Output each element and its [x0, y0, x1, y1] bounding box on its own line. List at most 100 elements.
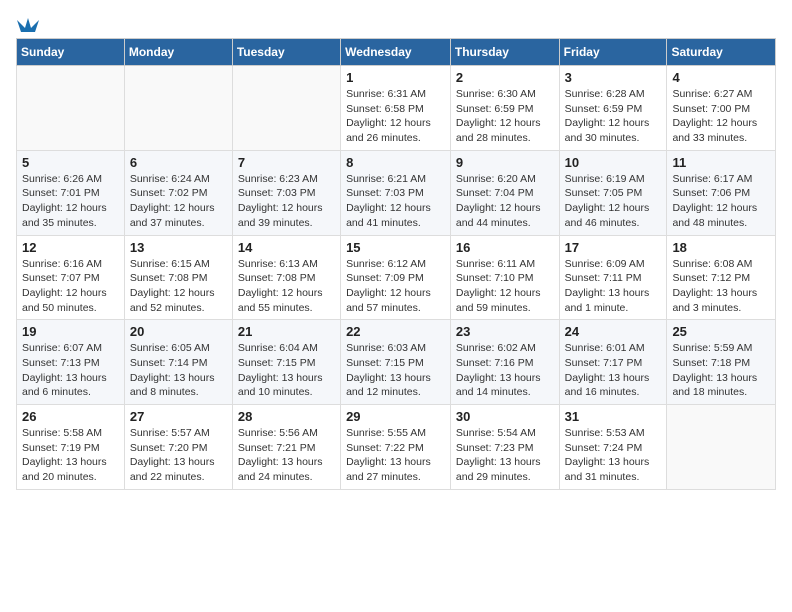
day-info: Sunrise: 6:28 AM Sunset: 6:59 PM Dayligh… — [565, 87, 662, 146]
day-number: 28 — [238, 409, 335, 424]
calendar-cell: 25 Sunrise: 5:59 AM Sunset: 7:18 PM Dayli… — [667, 320, 776, 405]
calendar-cell: 29 Sunrise: 5:55 AM Sunset: 7:22 PM Dayli… — [341, 405, 451, 490]
day-number: 2 — [456, 70, 554, 85]
calendar-cell: 15 Sunrise: 6:12 AM Sunset: 7:09 PM Dayli… — [341, 235, 451, 320]
calendar-week-row: 1Sunrise: 6:31 AM Sunset: 6:58 PM Daylig… — [17, 66, 776, 151]
day-info: Sunrise: 6:07 AM Sunset: 7:13 PM Dayligh… — [22, 341, 119, 400]
calendar-cell — [124, 66, 232, 151]
calendar-cell: 20 Sunrise: 6:05 AM Sunset: 7:14 PM Dayli… — [124, 320, 232, 405]
calendar-cell: 4 Sunrise: 6:27 AM Sunset: 7:00 PM Daylig… — [667, 66, 776, 151]
day-header-friday: Friday — [559, 39, 667, 66]
calendar-cell — [17, 66, 125, 151]
calendar-cell: 16Sunrise: 6:11 AM Sunset: 7:10 PM Dayli… — [450, 235, 559, 320]
day-header-tuesday: Tuesday — [232, 39, 340, 66]
day-info: Sunrise: 5:55 AM Sunset: 7:22 PM Dayligh… — [346, 426, 445, 485]
calendar-cell: 22Sunrise: 6:03 AM Sunset: 7:15 PM Dayli… — [341, 320, 451, 405]
day-header-thursday: Thursday — [450, 39, 559, 66]
calendar-cell: 21Sunrise: 6:04 AM Sunset: 7:15 PM Dayli… — [232, 320, 340, 405]
day-number: 23 — [456, 324, 554, 339]
day-info: Sunrise: 6:26 AM Sunset: 7:01 PM Dayligh… — [22, 172, 119, 231]
day-number: 5 — [22, 155, 119, 170]
day-info: Sunrise: 6:23 AM Sunset: 7:03 PM Dayligh… — [238, 172, 335, 231]
day-info: Sunrise: 6:03 AM Sunset: 7:15 PM Dayligh… — [346, 341, 445, 400]
calendar-week-row: 5 Sunrise: 6:26 AM Sunset: 7:01 PM Daylig… — [17, 150, 776, 235]
day-info: Sunrise: 6:01 AM Sunset: 7:17 PM Dayligh… — [565, 341, 662, 400]
calendar-cell: 11Sunrise: 6:17 AM Sunset: 7:06 PM Dayli… — [667, 150, 776, 235]
logo-icon — [17, 14, 39, 34]
day-number: 11 — [672, 155, 770, 170]
day-number: 18 — [672, 240, 770, 255]
calendar-cell: 13 Sunrise: 6:15 AM Sunset: 7:08 PM Dayli… — [124, 235, 232, 320]
day-number: 1 — [346, 70, 445, 85]
day-number: 25 — [672, 324, 770, 339]
calendar-cell: 5 Sunrise: 6:26 AM Sunset: 7:01 PM Daylig… — [17, 150, 125, 235]
day-info: Sunrise: 6:24 AM Sunset: 7:02 PM Dayligh… — [130, 172, 227, 231]
calendar-cell: 27 Sunrise: 5:57 AM Sunset: 7:20 PM Dayli… — [124, 405, 232, 490]
day-info: Sunrise: 6:13 AM Sunset: 7:08 PM Dayligh… — [238, 257, 335, 316]
day-number: 20 — [130, 324, 227, 339]
day-number: 24 — [565, 324, 662, 339]
day-info: Sunrise: 5:59 AM Sunset: 7:18 PM Dayligh… — [672, 341, 770, 400]
calendar-cell: 12 Sunrise: 6:16 AM Sunset: 7:07 PM Dayli… — [17, 235, 125, 320]
calendar-cell: 10 Sunrise: 6:19 AM Sunset: 7:05 PM Dayli… — [559, 150, 667, 235]
day-info: Sunrise: 6:02 AM Sunset: 7:16 PM Dayligh… — [456, 341, 554, 400]
header — [16, 16, 776, 30]
day-info: Sunrise: 6:11 AM Sunset: 7:10 PM Dayligh… — [456, 257, 554, 316]
day-info: Sunrise: 6:21 AM Sunset: 7:03 PM Dayligh… — [346, 172, 445, 231]
day-info: Sunrise: 6:09 AM Sunset: 7:11 PM Dayligh… — [565, 257, 662, 316]
calendar-cell: 3Sunrise: 6:28 AM Sunset: 6:59 PM Daylig… — [559, 66, 667, 151]
calendar-table: SundayMondayTuesdayWednesdayThursdayFrid… — [16, 38, 776, 490]
day-header-monday: Monday — [124, 39, 232, 66]
calendar-cell: 18 Sunrise: 6:08 AM Sunset: 7:12 PM Dayli… — [667, 235, 776, 320]
calendar-cell: 24 Sunrise: 6:01 AM Sunset: 7:17 PM Dayli… — [559, 320, 667, 405]
calendar-cell: 6 Sunrise: 6:24 AM Sunset: 7:02 PM Daylig… — [124, 150, 232, 235]
day-number: 26 — [22, 409, 119, 424]
day-number: 6 — [130, 155, 227, 170]
day-number: 21 — [238, 324, 335, 339]
calendar-cell: 17Sunrise: 6:09 AM Sunset: 7:11 PM Dayli… — [559, 235, 667, 320]
calendar-cell: 7 Sunrise: 6:23 AM Sunset: 7:03 PM Daylig… — [232, 150, 340, 235]
day-number: 9 — [456, 155, 554, 170]
calendar-cell: 26Sunrise: 5:58 AM Sunset: 7:19 PM Dayli… — [17, 405, 125, 490]
day-info: Sunrise: 6:19 AM Sunset: 7:05 PM Dayligh… — [565, 172, 662, 231]
calendar-cell: 1Sunrise: 6:31 AM Sunset: 6:58 PM Daylig… — [341, 66, 451, 151]
day-info: Sunrise: 5:54 AM Sunset: 7:23 PM Dayligh… — [456, 426, 554, 485]
day-number: 8 — [346, 155, 445, 170]
calendar-cell: 14 Sunrise: 6:13 AM Sunset: 7:08 PM Dayli… — [232, 235, 340, 320]
calendar-header-row: SundayMondayTuesdayWednesdayThursdayFrid… — [17, 39, 776, 66]
calendar-cell: 8 Sunrise: 6:21 AM Sunset: 7:03 PM Daylig… — [341, 150, 451, 235]
day-info: Sunrise: 6:20 AM Sunset: 7:04 PM Dayligh… — [456, 172, 554, 231]
calendar-cell: 23 Sunrise: 6:02 AM Sunset: 7:16 PM Dayli… — [450, 320, 559, 405]
day-number: 30 — [456, 409, 554, 424]
day-info: Sunrise: 6:15 AM Sunset: 7:08 PM Dayligh… — [130, 257, 227, 316]
day-number: 14 — [238, 240, 335, 255]
calendar-cell — [232, 66, 340, 151]
day-info: Sunrise: 6:16 AM Sunset: 7:07 PM Dayligh… — [22, 257, 119, 316]
day-number: 10 — [565, 155, 662, 170]
calendar-cell: 30 Sunrise: 5:54 AM Sunset: 7:23 PM Dayli… — [450, 405, 559, 490]
day-info: Sunrise: 6:30 AM Sunset: 6:59 PM Dayligh… — [456, 87, 554, 146]
day-number: 12 — [22, 240, 119, 255]
day-number: 29 — [346, 409, 445, 424]
day-number: 4 — [672, 70, 770, 85]
day-number: 19 — [22, 324, 119, 339]
calendar-cell: 2 Sunrise: 6:30 AM Sunset: 6:59 PM Daylig… — [450, 66, 559, 151]
day-number: 7 — [238, 155, 335, 170]
calendar-cell: 9 Sunrise: 6:20 AM Sunset: 7:04 PM Daylig… — [450, 150, 559, 235]
day-info: Sunrise: 6:08 AM Sunset: 7:12 PM Dayligh… — [672, 257, 770, 316]
calendar-cell: 28Sunrise: 5:56 AM Sunset: 7:21 PM Dayli… — [232, 405, 340, 490]
day-info: Sunrise: 6:05 AM Sunset: 7:14 PM Dayligh… — [130, 341, 227, 400]
calendar-cell — [667, 405, 776, 490]
calendar-cell: 31 Sunrise: 5:53 AM Sunset: 7:24 PM Dayli… — [559, 405, 667, 490]
day-info: Sunrise: 5:53 AM Sunset: 7:24 PM Dayligh… — [565, 426, 662, 485]
day-info: Sunrise: 5:57 AM Sunset: 7:20 PM Dayligh… — [130, 426, 227, 485]
day-number: 31 — [565, 409, 662, 424]
day-number: 13 — [130, 240, 227, 255]
day-header-saturday: Saturday — [667, 39, 776, 66]
day-info: Sunrise: 6:12 AM Sunset: 7:09 PM Dayligh… — [346, 257, 445, 316]
logo — [16, 16, 39, 30]
day-number: 27 — [130, 409, 227, 424]
calendar-week-row: 12 Sunrise: 6:16 AM Sunset: 7:07 PM Dayli… — [17, 235, 776, 320]
day-info: Sunrise: 6:27 AM Sunset: 7:00 PM Dayligh… — [672, 87, 770, 146]
day-number: 15 — [346, 240, 445, 255]
